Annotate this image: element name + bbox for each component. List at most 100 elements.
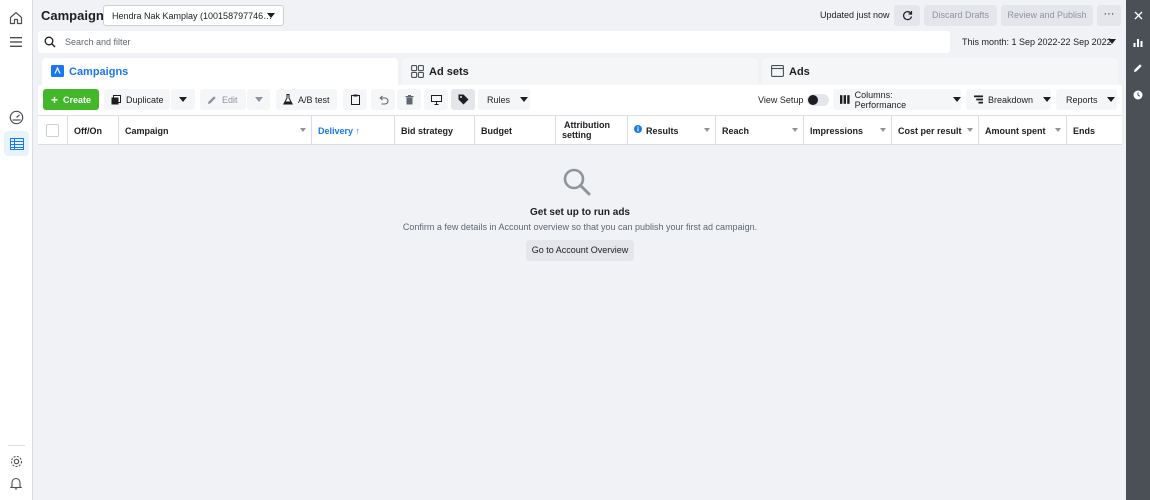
review-publish-button[interactable]: Review and Publish: [1001, 5, 1093, 26]
toggle-knob: [808, 95, 818, 105]
refresh-button[interactable]: [894, 5, 920, 26]
undo-button[interactable]: [371, 89, 395, 110]
close-icon[interactable]: [1132, 9, 1144, 21]
ab-test-button[interactable]: A/B test: [276, 89, 337, 110]
duplicate-dropdown-button[interactable]: [171, 89, 195, 110]
settings-gear-icon[interactable]: [5, 450, 27, 472]
empty-state-title: Get set up to run ads: [529, 207, 630, 218]
home-icon[interactable]: [5, 7, 27, 29]
dashboard-gauge-icon[interactable]: [5, 106, 27, 128]
chevron-down-icon: [254, 97, 263, 102]
plus-icon: +: [51, 92, 59, 107]
column-cost-per-result[interactable]: Cost per result: [892, 116, 979, 145]
tab-label: Ads: [789, 66, 810, 78]
edit-label: Edit: [222, 94, 238, 105]
sort-arrow-icon: [300, 128, 306, 132]
account-selector[interactable]: Hendra Nak Kamplay (100158797746…: [103, 5, 284, 26]
empty-state-description: Confirm a few details in Account overvie…: [402, 222, 758, 232]
empty-state: Get set up to run ads Confirm a few deta…: [38, 145, 1122, 500]
preview-button[interactable]: [424, 89, 448, 110]
create-button[interactable]: + Create: [43, 89, 99, 110]
nav-divider: [8, 445, 25, 446]
chevron-down-icon: [179, 97, 187, 102]
column-label-line-2: setting: [562, 130, 592, 140]
bar-chart-icon[interactable]: [1132, 36, 1144, 48]
edit-button[interactable]: Edit: [200, 89, 246, 110]
discard-drafts-button[interactable]: Discard Drafts: [924, 5, 997, 26]
column-budget[interactable]: Budget: [475, 116, 556, 145]
column-reach[interactable]: Reach: [716, 116, 804, 145]
duplicate-icon: [111, 94, 121, 104]
column-ends[interactable]: Ends: [1067, 116, 1122, 145]
account-name: Hendra Nak Kamplay (100158797746…: [112, 11, 273, 21]
history-clock-icon[interactable]: [1132, 89, 1144, 101]
view-setup-label: View Setup: [758, 95, 804, 105]
search-filter-bar[interactable]: Search and filter: [38, 31, 950, 53]
clipboard-button[interactable]: [343, 89, 367, 110]
duplicate-button[interactable]: Duplicate: [104, 89, 170, 110]
campaign-toolbar: + Create Duplicate Edit A/B test Rules V…: [38, 85, 1122, 115]
date-range-picker[interactable]: This month: 1 Sep 2022-22 Sep 2022: [954, 31, 1122, 53]
reports-button[interactable]: Reports: [1056, 89, 1117, 110]
reports-label: Reports: [1066, 94, 1098, 105]
right-rail: [1126, 0, 1150, 500]
column-bid-strategy[interactable]: Bid strategy: [395, 116, 475, 145]
column-label: Results: [646, 126, 679, 136]
preview-icon: [430, 94, 442, 105]
search-icon: [44, 36, 56, 51]
flask-icon: [283, 94, 293, 105]
column-amount-spent[interactable]: Amount spent: [979, 116, 1067, 145]
chevron-down-icon: [1043, 97, 1051, 102]
tab-campaigns[interactable]: Campaigns: [42, 58, 398, 85]
more-options-button[interactable]: ···: [1097, 5, 1121, 26]
clipboard-icon: [350, 94, 360, 105]
date-range-label: This month: 1 Sep 2022-22 Sep 2022: [962, 37, 1112, 47]
column-label: Ends: [1073, 126, 1096, 136]
column-results[interactable]: Results: [628, 116, 716, 145]
delete-button[interactable]: [397, 89, 421, 110]
chevron-down-icon: [267, 13, 275, 18]
chevron-down-icon: [520, 97, 529, 102]
view-setup-toggle[interactable]: [807, 94, 829, 106]
tab-ad-sets[interactable]: Ad sets: [402, 58, 758, 85]
breakdown-button[interactable]: Breakdown: [966, 89, 1051, 110]
column-label: Delivery ↑: [318, 126, 361, 136]
update-status: Updated just now: [820, 10, 890, 20]
rules-button[interactable]: Rules: [478, 89, 530, 110]
column-label-line-1: Attribution: [564, 120, 610, 130]
chevron-down-icon: [1108, 39, 1116, 44]
sort-arrow-icon: [880, 128, 886, 132]
columns-button[interactable]: Columns: Performance: [833, 89, 961, 110]
column-label: Impressions: [810, 126, 864, 136]
select-all-column: [38, 116, 68, 145]
column-label: Campaign: [125, 126, 169, 136]
column-campaign[interactable]: Campaign: [119, 116, 312, 145]
pencil-icon[interactable]: [1132, 62, 1144, 74]
trash-icon: [405, 94, 413, 104]
sort-arrow-icon: [792, 128, 798, 132]
campaigns-table-icon[interactable]: [4, 131, 29, 156]
ads-manager-main: Campaigns Hendra Nak Kamplay (1001587977…: [34, 0, 1126, 500]
select-all-checkbox[interactable]: [46, 124, 59, 137]
columns-label: Columns: Performance: [854, 89, 907, 110]
column-attribution-setting[interactable]: Attribution setting: [556, 116, 628, 145]
column-delivery[interactable]: Delivery ↑: [312, 116, 395, 145]
info-icon[interactable]: [634, 125, 642, 133]
edit-dropdown-button[interactable]: [247, 89, 270, 110]
account-overview-button[interactable]: Go to Account Overview: [526, 240, 634, 261]
column-label: Amount spent: [985, 126, 1046, 136]
column-impressions[interactable]: Impressions: [804, 116, 892, 145]
refresh-icon: [902, 11, 912, 21]
left-nav: [0, 0, 33, 500]
pencil-icon: [208, 95, 216, 104]
column-label: Cost per result: [898, 126, 962, 136]
chevron-down-icon: [1106, 97, 1115, 102]
tags-button[interactable]: [451, 89, 475, 110]
column-off-on[interactable]: Off/On: [68, 116, 119, 145]
tab-ads[interactable]: Ads: [762, 58, 1118, 85]
columns-icon: [840, 95, 850, 104]
tag-icon: [458, 94, 468, 105]
menu-icon[interactable]: [5, 31, 27, 53]
chevron-down-icon: [953, 97, 961, 102]
notifications-bell-icon[interactable]: [5, 472, 27, 494]
